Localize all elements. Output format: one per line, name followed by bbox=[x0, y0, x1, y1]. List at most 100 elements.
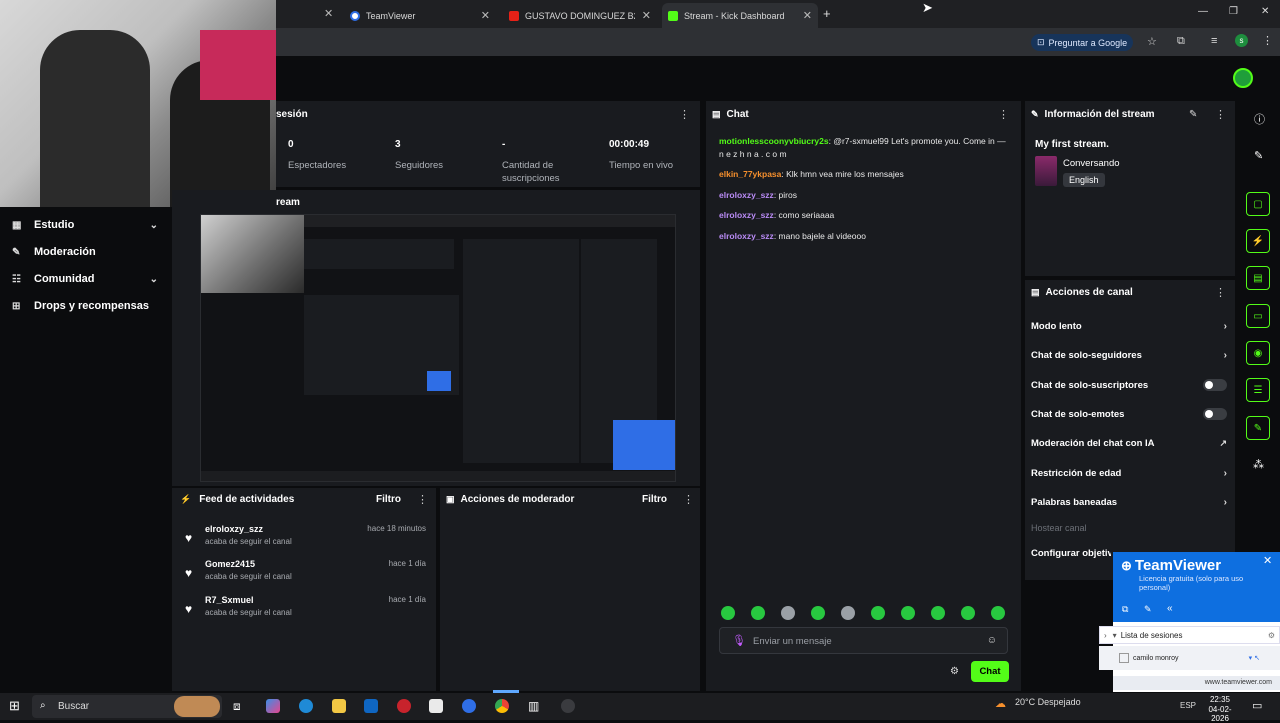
chat-username[interactable]: elroloxzy_szz bbox=[719, 231, 774, 241]
windows-start-icon[interactable]: ⊞ bbox=[9, 698, 20, 714]
language-indicator[interactable]: ESP bbox=[1180, 701, 1196, 710]
tab-kick-dashboard[interactable]: Stream - Kick Dashboard ✕ bbox=[662, 3, 818, 28]
chat-input[interactable]: 🎙 Enviar un mensaje ☺ bbox=[719, 627, 1008, 654]
chat-username[interactable]: motionlesscoonyvbiucry2s bbox=[719, 136, 829, 146]
activity-filter-button[interactable]: Filtro bbox=[376, 494, 401, 505]
audio-app-icon[interactable]: ▥ bbox=[528, 699, 542, 713]
tools-icon[interactable]: ✎ bbox=[1144, 604, 1152, 615]
emotes-only-toggle[interactable] bbox=[1203, 408, 1227, 420]
configure-goal-row[interactable]: Configurar objetiv bbox=[1031, 545, 1111, 561]
connect-icon[interactable]: ▾ ↖ bbox=[1249, 654, 1260, 662]
profile-avatar[interactable]: s bbox=[1235, 34, 1248, 47]
wrench-icon[interactable]: ✎ bbox=[1246, 416, 1270, 440]
app-icon[interactable] bbox=[397, 699, 411, 713]
store-icon[interactable] bbox=[429, 699, 443, 713]
emote-icon[interactable] bbox=[961, 606, 975, 620]
configure-goal-label: Configurar objetiv bbox=[1031, 547, 1111, 559]
clock[interactable]: 22:35 04-02-2026 bbox=[1202, 695, 1238, 723]
connections-icon[interactable]: ⁂ bbox=[1253, 458, 1264, 471]
extensions-icon[interactable]: ⧉ bbox=[1177, 35, 1185, 48]
microphone-icon[interactable]: 🎙 bbox=[732, 634, 746, 647]
community-icon: ☷ bbox=[12, 273, 21, 285]
edit-icon[interactable]: ✎ bbox=[1189, 109, 1197, 120]
stream-preview-video[interactable] bbox=[200, 214, 676, 482]
teamviewer-session-list[interactable]: › ▾ Lista de sesiones ⚙ bbox=[1099, 626, 1280, 644]
bookmark-star-icon[interactable]: ☆ bbox=[1147, 35, 1157, 48]
close-window-icon[interactable]: ✕ bbox=[1261, 6, 1269, 17]
tab-teamviewer[interactable]: TeamViewer ✕ bbox=[344, 3, 496, 28]
more-options-icon[interactable]: ⋮ bbox=[417, 493, 428, 506]
gear-icon[interactable]: ⚙ bbox=[1268, 631, 1275, 640]
chat-send-button[interactable]: Chat bbox=[971, 661, 1009, 682]
mod-filter-button[interactable]: Filtro bbox=[642, 494, 667, 505]
screen-icon[interactable]: ▢ bbox=[1246, 192, 1270, 216]
new-tab-icon[interactable]: + bbox=[823, 6, 831, 21]
notifications-icon[interactable]: ▭ bbox=[1252, 699, 1262, 712]
chrome-icon[interactable] bbox=[495, 699, 509, 713]
info-icon[interactable]: ⓘ bbox=[1254, 111, 1265, 127]
teamviewer-session-row[interactable]: camilo monroy ▾ ↖ bbox=[1099, 646, 1280, 670]
more-options-icon[interactable]: ⋮ bbox=[1215, 108, 1226, 121]
minimize-icon[interactable]: — bbox=[1198, 6, 1208, 17]
sidebar-item-estudio[interactable]: ▦ Estudio ⌄ bbox=[12, 219, 158, 231]
file-explorer-icon[interactable] bbox=[332, 699, 346, 713]
chat-username[interactable]: elkin_77ykpasa bbox=[719, 169, 781, 179]
close-icon[interactable]: ✕ bbox=[1263, 554, 1272, 567]
stat-label: Espectadores bbox=[288, 160, 347, 171]
slow-mode-row[interactable]: Modo lento › bbox=[1031, 318, 1227, 334]
sidebar-item-comunidad[interactable]: ☷ Comunidad ⌄ bbox=[12, 273, 158, 285]
weather-text[interactable]: 20°C Despejado bbox=[1015, 697, 1081, 707]
user-avatar[interactable] bbox=[1233, 68, 1253, 88]
tab-youtube[interactable]: GUSTAVO DOMINGUEZ B2B AL ✕ bbox=[503, 3, 657, 28]
lightning-icon[interactable]: ⚡ bbox=[1246, 229, 1270, 253]
teamviewer-url[interactable]: www.teamviewer.com bbox=[1113, 676, 1280, 690]
copilot-icon[interactable] bbox=[266, 699, 280, 713]
copy-icon[interactable]: ⧉ bbox=[1122, 604, 1128, 615]
outlook-icon[interactable] bbox=[364, 699, 378, 713]
browser-menu-icon[interactable]: ⋮ bbox=[1262, 34, 1273, 47]
chat-bubble-icon[interactable]: ▭ bbox=[1246, 304, 1270, 328]
sidebar-item-moderacion[interactable]: ✎ Moderación bbox=[12, 246, 158, 258]
more-options-icon[interactable]: ⋮ bbox=[679, 108, 690, 121]
broadcast-icon[interactable]: ◉ bbox=[1246, 341, 1270, 365]
layout-icon[interactable]: ☰ bbox=[1246, 378, 1270, 402]
collapse-icon[interactable]: « bbox=[1167, 603, 1173, 614]
more-options-icon[interactable]: ⋮ bbox=[683, 493, 694, 506]
banned-words-row[interactable]: Palabras baneadas › bbox=[1031, 494, 1227, 510]
sidebar-item-drops[interactable]: ⊞ Drops y recompensas bbox=[12, 300, 158, 312]
emote-icon[interactable] bbox=[811, 606, 825, 620]
teamviewer-taskbar-icon[interactable] bbox=[462, 699, 476, 713]
taskbar-search[interactable]: ⌕ Buscar bbox=[32, 695, 222, 718]
media-icon[interactable]: ≡ bbox=[1211, 35, 1217, 47]
pencil-icon[interactable]: ✎ bbox=[1254, 149, 1263, 162]
more-options-icon[interactable]: ⋮ bbox=[1215, 286, 1226, 299]
emote-icon[interactable] bbox=[901, 606, 915, 620]
emote-icon[interactable] bbox=[721, 606, 735, 620]
more-options-icon[interactable]: ⋮ bbox=[998, 108, 1009, 121]
emote-icon[interactable] bbox=[841, 606, 855, 620]
emoji-icon[interactable]: ☺ bbox=[987, 635, 997, 646]
emote-icon[interactable] bbox=[751, 606, 765, 620]
age-restriction-row[interactable]: Restricción de edad › bbox=[1031, 465, 1227, 481]
subscribers-only-toggle[interactable] bbox=[1203, 379, 1227, 391]
emote-icon[interactable] bbox=[991, 606, 1005, 620]
chat-username[interactable]: elroloxzy_szz bbox=[719, 210, 774, 220]
edge-icon[interactable] bbox=[299, 699, 313, 713]
maximize-icon[interactable]: ❐ bbox=[1229, 6, 1238, 17]
document-icon[interactable]: ▤ bbox=[1246, 266, 1270, 290]
ai-moderation-row[interactable]: Moderación del chat con IA ↗ bbox=[1031, 435, 1227, 451]
followers-only-row[interactable]: Chat de solo-seguidores › bbox=[1031, 347, 1227, 363]
chat-settings-gear-icon[interactable]: ⚙ bbox=[950, 666, 959, 677]
close-tab-icon[interactable]: ✕ bbox=[803, 9, 812, 22]
emote-icon[interactable] bbox=[871, 606, 885, 620]
ai-moderation-label: Moderación del chat con IA bbox=[1031, 437, 1155, 449]
emote-icon[interactable] bbox=[931, 606, 945, 620]
close-tab-icon[interactable]: ✕ bbox=[481, 9, 490, 22]
chat-username[interactable]: elroloxzy_szz bbox=[719, 190, 774, 200]
ask-google-button[interactable]: ⊡ Preguntar a Google bbox=[1031, 34, 1134, 51]
obs-icon[interactable] bbox=[561, 699, 575, 713]
close-tab-icon[interactable]: ✕ bbox=[324, 7, 333, 20]
task-view-icon[interactable]: ⧈ bbox=[233, 699, 247, 713]
close-tab-icon[interactable]: ✕ bbox=[642, 9, 651, 22]
emote-icon[interactable] bbox=[781, 606, 795, 620]
